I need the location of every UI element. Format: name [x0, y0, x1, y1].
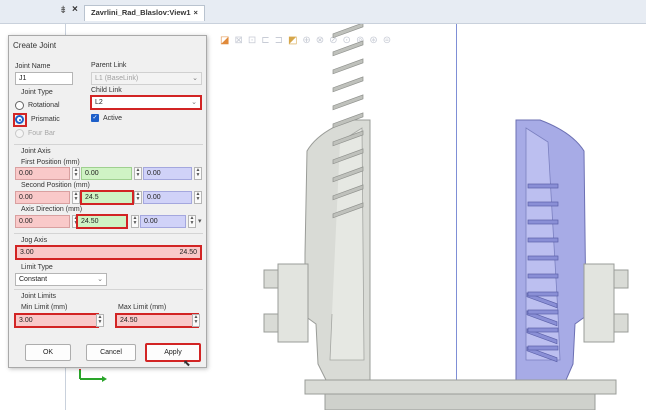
joint-axis-label: Joint Axis	[21, 148, 51, 155]
joint-limits-label: Joint Limits	[21, 293, 57, 300]
axis-direction-z[interactable]: 0.00	[140, 215, 186, 228]
axis-direction-dropdown-icon[interactable]: ▾	[198, 217, 202, 225]
axis-z-spinner[interactable]: ▲ ▼	[188, 215, 196, 228]
view-tab-title: Zavrlini_Rad_Blaslov:View1	[91, 8, 191, 17]
cad-application-window: ⇟ × Zavrlini_Rad_Blaslov:View1 × ◪⊠⊡⊏⊐◩⊕⊗…	[0, 0, 646, 410]
chevron-down-icon: ⌄	[97, 276, 103, 283]
active-label: Active	[103, 115, 123, 122]
first-position-z[interactable]: 0.00	[143, 167, 192, 180]
joint-name-label: Joint Name	[15, 63, 51, 70]
ok-button[interactable]: OK	[25, 344, 71, 361]
chevron-down-icon: ⌄	[191, 99, 197, 106]
jog-axis-max: 24.50	[179, 249, 197, 256]
child-link-label: Child Link	[91, 87, 122, 94]
chevron-down-icon: ⌄	[192, 75, 198, 82]
child-link-value: L2	[95, 99, 103, 106]
axis-direction-label: Axis Direction (mm)	[21, 206, 83, 213]
second-position-y[interactable]: 24.5	[80, 190, 134, 205]
second-position-label: Second Position (mm)	[21, 182, 90, 189]
axis-y-spinner[interactable]: ▲ ▼	[131, 215, 139, 228]
jog-axis-divider	[14, 233, 203, 234]
max-limit-input[interactable]: 24.50	[115, 313, 199, 328]
apply-button[interactable]: Apply	[145, 343, 201, 362]
axis-direction-x[interactable]: 0.00	[15, 215, 70, 228]
jog-axis-value: 3.00	[20, 249, 34, 256]
first-position-x[interactable]: 0.00	[15, 167, 70, 180]
gripper-jaw-left[interactable]	[263, 24, 371, 381]
cancel-button[interactable]: Cancel	[86, 344, 136, 361]
axis-direction-y[interactable]: 24.50	[76, 214, 128, 229]
second-position-z[interactable]: 0.00	[143, 191, 192, 204]
jog-axis-label: Jog Axis	[21, 237, 48, 244]
tab-close-icon[interactable]: ×	[194, 8, 198, 17]
limit-type-value: Constant	[19, 276, 48, 283]
mouse-cursor-icon: ⬉	[183, 358, 191, 368]
active-checkbox[interactable]: ✓	[91, 114, 99, 122]
gripper-jaw-right[interactable]	[515, 119, 629, 381]
joint-type-label: Joint Type	[21, 89, 53, 96]
rotational-label: Rotational	[28, 102, 60, 109]
radio-four-bar[interactable]	[15, 129, 24, 138]
parent-link-value: L1 (BaseLink)	[95, 75, 139, 82]
joint-name-input[interactable]: J1	[15, 72, 73, 85]
axis-triad	[79, 369, 107, 382]
first-y-spinner[interactable]: ▲ ▼	[134, 167, 142, 180]
close-panel-button[interactable]: ×	[72, 4, 78, 15]
first-x-spinner[interactable]: ▲ ▼	[72, 167, 80, 180]
first-position-label: First Position (mm)	[21, 159, 80, 166]
limit-type-label: Limit Type	[21, 264, 53, 271]
first-position-y[interactable]: 0.00	[81, 167, 132, 180]
parent-link-label: Parent Link	[91, 62, 127, 69]
radio-rotational[interactable]	[15, 101, 24, 110]
first-z-spinner[interactable]: ▲ ▼	[194, 167, 202, 180]
gripper-base[interactable]	[304, 379, 617, 410]
min-limit-label: Min Limit (mm)	[21, 304, 68, 311]
view-tab[interactable]: Zavrlini_Rad_Blaslov:View1 ×	[84, 5, 205, 21]
dialog-title: Create Joint	[13, 41, 57, 50]
joint-axis-divider	[14, 144, 203, 145]
child-link-select[interactable]: L2 ⌄	[90, 95, 202, 110]
second-x-spinner[interactable]: ▲ ▼	[72, 191, 80, 204]
pin-icon[interactable]: ⇟	[59, 5, 67, 16]
radio-prismatic[interactable]	[15, 115, 24, 124]
max-limit-spinner[interactable]: ▲ ▼	[192, 314, 200, 327]
parent-link-select[interactable]: L1 (BaseLink) ⌄	[91, 72, 202, 85]
four-bar-label: Four Bar	[28, 130, 56, 137]
second-y-spinner[interactable]: ▲ ▼	[134, 191, 142, 204]
min-limit-input[interactable]: 3.00	[14, 313, 99, 328]
create-joint-dialog: Create Joint Joint Name J1 Parent Link L…	[8, 35, 207, 368]
second-z-spinner[interactable]: ▲ ▼	[194, 191, 202, 204]
max-limit-label: Max Limit (mm)	[118, 304, 167, 311]
limit-type-select[interactable]: Constant ⌄	[15, 273, 107, 286]
document-tab-bar: ⇟ × Zavrlini_Rad_Blaslov:View1 ×	[0, 0, 646, 24]
second-position-x[interactable]: 0.00	[15, 191, 70, 204]
prismatic-label: Prismatic	[31, 116, 60, 123]
jog-axis-slider[interactable]: 3.00 24.50	[15, 245, 202, 260]
min-limit-spinner[interactable]: ▲ ▼	[96, 314, 104, 327]
joint-limits-divider	[14, 289, 203, 290]
